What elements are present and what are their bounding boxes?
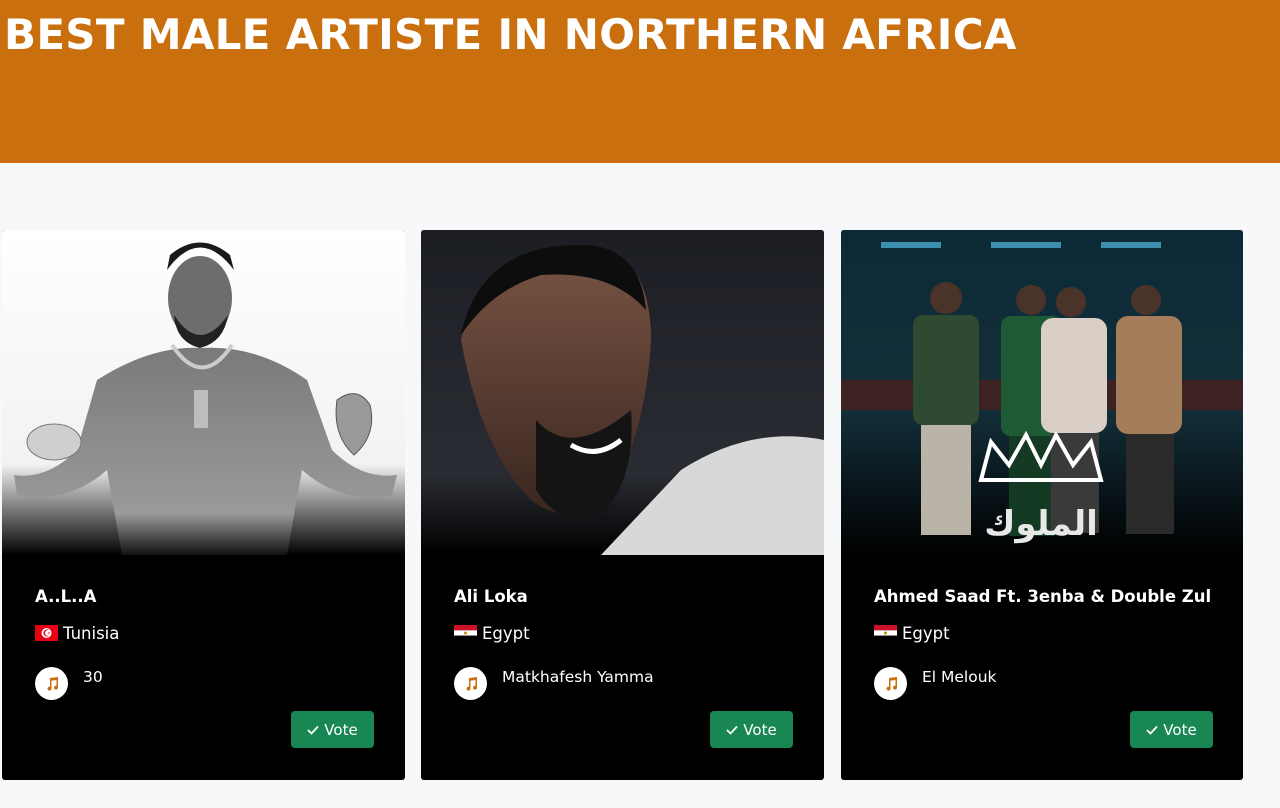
page-title: BEST MALE ARTISTE IN NORTHERN AFRICA — [4, 10, 1017, 59]
page-banner: BEST MALE ARTISTE IN NORTHERN AFRICA — [0, 0, 1280, 163]
artist-photo — [421, 230, 824, 555]
nominee-name: Ahmed Saad Ft. 3enba & Double Zul — [874, 587, 1212, 606]
artist-photo: الملوك — [841, 230, 1243, 555]
egypt-flag-icon — [454, 625, 477, 641]
vote-label: Vote — [743, 720, 777, 739]
vote-button[interactable]: Vote — [291, 711, 374, 748]
nominee-card: Ali Loka Egypt Matkhafesh Yamma Vote — [421, 230, 824, 780]
nominee-country: Tunisia — [35, 622, 119, 644]
music-note-icon — [874, 667, 907, 700]
song-title: 30 — [83, 668, 103, 686]
nominee-card: A..L..A Tunisia 30 Vote — [2, 230, 405, 780]
song-title: Matkhafesh Yamma — [502, 668, 654, 686]
vote-label: Vote — [324, 720, 358, 739]
nominee-name: Ali Loka — [454, 587, 528, 606]
check-icon — [1146, 725, 1158, 735]
country-label: Egypt — [482, 623, 530, 643]
tunisia-flag-icon — [35, 625, 58, 641]
music-note-icon — [35, 667, 68, 700]
egypt-flag-icon — [874, 625, 897, 641]
artist-photo — [2, 230, 405, 555]
nominee-name: A..L..A — [35, 587, 97, 606]
check-icon — [726, 725, 738, 735]
nominee-card: الملوك Ahmed Saad Ft. 3enba & Double Zul… — [841, 230, 1243, 780]
vote-label: Vote — [1163, 720, 1197, 739]
song-title: El Melouk — [922, 668, 997, 686]
nominee-country: Egypt — [454, 622, 530, 644]
artwork-logo-text: الملوك — [984, 504, 1098, 544]
check-icon — [307, 725, 319, 735]
vote-button[interactable]: Vote — [1130, 711, 1213, 748]
vote-button[interactable]: Vote — [710, 711, 793, 748]
country-label: Egypt — [902, 623, 950, 643]
nominee-country: Egypt — [874, 622, 950, 644]
country-label: Tunisia — [63, 623, 120, 643]
music-note-icon — [454, 667, 487, 700]
